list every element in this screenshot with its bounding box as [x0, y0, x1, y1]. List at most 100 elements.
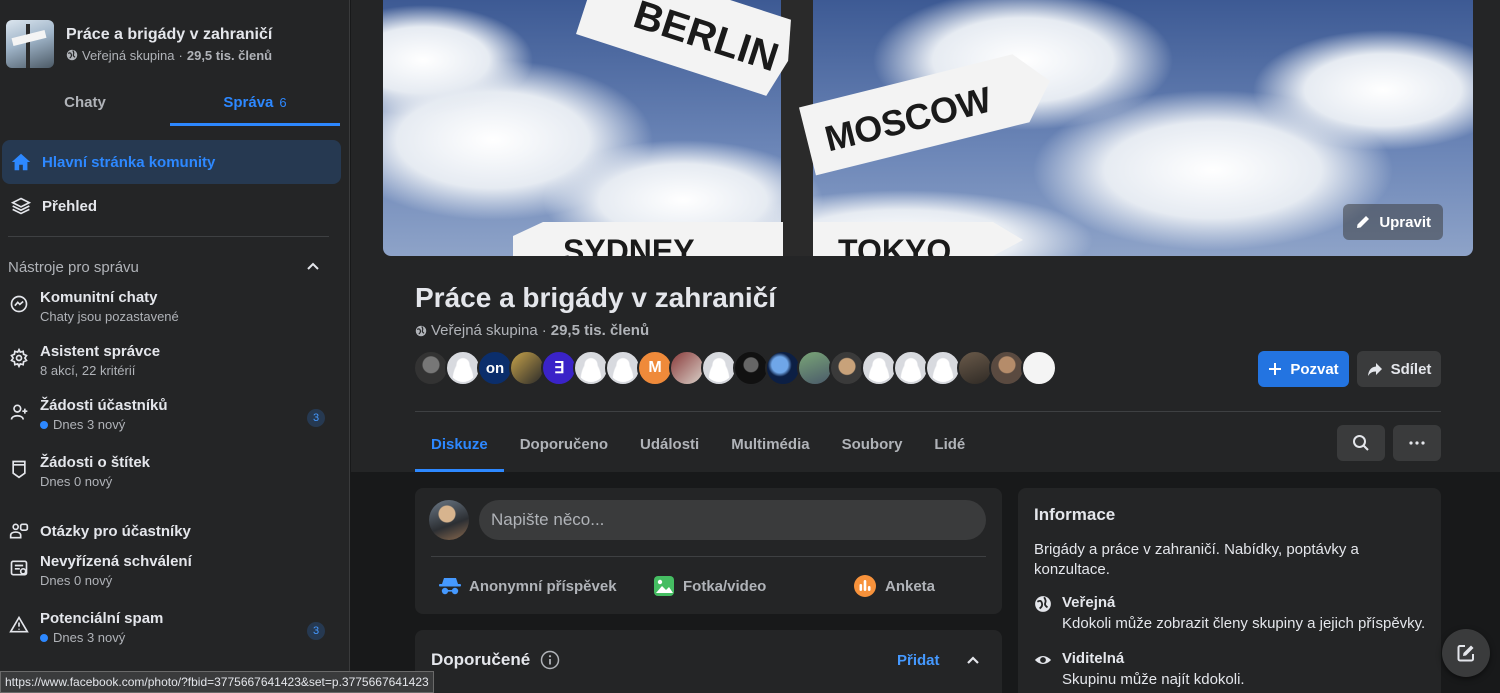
avatar[interactable]	[573, 350, 609, 386]
tab-people[interactable]: Lidé	[918, 416, 981, 472]
avatar[interactable]: M	[637, 350, 673, 386]
new-dot	[40, 633, 48, 642]
share-button[interactable]: Sdílet	[1357, 351, 1441, 387]
search-icon	[1353, 435, 1369, 451]
tool-title: Žádosti účastníků	[40, 397, 168, 414]
sidebar-item-potential-spam[interactable]: Potenciální spam Dnes 3 nový 3	[0, 610, 341, 667]
avatar[interactable]	[861, 350, 897, 386]
avatar[interactable]	[925, 350, 961, 386]
avatar[interactable]	[413, 350, 449, 386]
avatar[interactable]: ∃	[541, 350, 577, 386]
avatar[interactable]	[669, 350, 705, 386]
tab-media[interactable]: Multimédia	[715, 416, 825, 472]
share-icon	[1367, 363, 1382, 376]
plus-icon	[1269, 363, 1282, 375]
sidebar-group-header[interactable]: Práce a brigády v zahraničí Veřejná skup…	[0, 0, 349, 72]
separator-dot: ·	[178, 47, 183, 63]
avatar[interactable]	[893, 350, 929, 386]
sidebar-nav: Hlavní stránka komunity Přehled Nástroje…	[0, 126, 349, 667]
chevron-up-icon[interactable]	[305, 259, 321, 275]
avatar[interactable]	[509, 350, 545, 386]
sidebar-item-tag-requests[interactable]: Žádosti o štítek Dnes 0 nový	[0, 454, 341, 511]
admin-tools-title: Nástroje pro správu	[8, 258, 139, 276]
tab-featured[interactable]: Doporučeno	[504, 416, 624, 472]
sidebar-item-admin-assist[interactable]: Asistent správce 8 akcí, 22 kritérií	[0, 343, 341, 397]
post-input-placeholder: Napište něco...	[491, 510, 605, 529]
avatar[interactable]	[733, 350, 769, 386]
tool-title: Nevyřízená schválení	[40, 553, 192, 570]
divider	[431, 556, 986, 557]
sidebar-group-meta: Veřejná skupina · 29,5 tis. členů	[66, 48, 272, 63]
group-members[interactable]: 29,5 tis. členů	[551, 322, 649, 339]
sidebar-item-membership-questions[interactable]: Otázky pro účastníky	[0, 511, 341, 551]
avatar[interactable]	[765, 350, 801, 386]
tool-subtitle: Chaty jsou pozastavené	[40, 309, 179, 324]
divider	[415, 411, 1441, 412]
edit-cover-button[interactable]: Upravit	[1343, 204, 1443, 240]
cover-photo[interactable]: BERLIN MOSCOW SYDNEY TOKYO Upravit	[383, 0, 1473, 256]
globe-icon	[1035, 596, 1051, 612]
featured-card: Doporučené Přidat	[415, 630, 1002, 693]
add-featured-button[interactable]: Přidat	[897, 652, 940, 669]
avatar[interactable]	[829, 350, 865, 386]
avatar[interactable]	[957, 350, 993, 386]
avatar[interactable]: on	[477, 350, 513, 386]
gear-icon	[8, 347, 30, 369]
post-input[interactable]: Napište něco...	[479, 500, 986, 540]
sidebar-group-name[interactable]: Práce a brigády v zahraničí	[66, 26, 272, 44]
group-thumbnail[interactable]	[6, 20, 54, 68]
info-icon[interactable]	[540, 650, 560, 670]
count-badge: 3	[307, 622, 325, 640]
tab-events[interactable]: Události	[624, 416, 715, 472]
tool-subtitle-text: 8 akcí, 22 kritérií	[40, 363, 136, 378]
admin-tools-header[interactable]: Nástroje pro správu	[0, 245, 341, 289]
messenger-icon	[8, 293, 30, 315]
tool-title: Otázky pro účastníky	[40, 522, 191, 540]
avatar[interactable]	[605, 350, 641, 386]
poll-button[interactable]: Anketa	[853, 568, 935, 604]
photo-video-button[interactable]: Fotka/video	[653, 568, 766, 604]
featured-title-text: Doporučené	[431, 650, 531, 669]
count-badge: 3	[307, 409, 325, 427]
new-message-button[interactable]	[1442, 629, 1490, 677]
cover-image[interactable]: BERLIN MOSCOW SYDNEY TOKYO	[383, 0, 1473, 256]
tab-chats[interactable]: Chaty	[0, 78, 170, 126]
group-privacy: Veřejná skupina	[431, 322, 538, 339]
avatar[interactable]	[989, 350, 1025, 386]
avatar[interactable]	[701, 350, 737, 386]
sidebar-item-member-requests[interactable]: Žádosti účastníků Dnes 3 nový 3	[0, 397, 341, 454]
tab-admin[interactable]: Správa 6	[170, 78, 340, 126]
sidebar-item-overview[interactable]: Přehled	[2, 184, 341, 228]
avatar[interactable]	[1021, 350, 1057, 386]
search-button[interactable]	[1337, 425, 1385, 461]
edit-cover-label: Upravit	[1379, 213, 1431, 231]
about-visibility-text: Skupinu může najít kdokoli.	[1062, 671, 1245, 688]
tag-icon	[8, 458, 30, 480]
sidebar-item-pending-approvals[interactable]: Nevyřízená schválení Dnes 0 nový	[0, 553, 341, 610]
layers-icon	[10, 195, 32, 217]
tool-title: Žádosti o štítek	[40, 454, 151, 471]
tool-subtitle-text: Dnes 0 nový	[40, 573, 113, 588]
avatar[interactable]	[445, 350, 481, 386]
eye-icon	[1034, 655, 1052, 665]
avatar[interactable]	[797, 350, 833, 386]
invite-button[interactable]: Pozvat	[1258, 351, 1349, 387]
tab-discussion[interactable]: Diskuze	[415, 416, 504, 472]
tool-subtitle-text: Dnes 3 nový	[53, 417, 126, 432]
avatar[interactable]	[429, 500, 469, 540]
compose-icon	[1457, 645, 1474, 662]
anonymous-post-button[interactable]: Anonymní příspěvek	[439, 568, 617, 604]
group-tabs: Diskuze Doporučeno Události Multimédia S…	[415, 416, 981, 472]
sign-tokyo: TOKYO	[838, 233, 951, 256]
chevron-up-icon[interactable]	[965, 652, 981, 668]
photo-video-label: Fotka/video	[683, 577, 767, 595]
sidebar-tabs: Chaty Správa 6	[0, 78, 349, 126]
tool-title: Asistent správce	[40, 343, 161, 360]
main-content: BERLIN MOSCOW SYDNEY TOKYO Upravit Práce…	[351, 0, 1500, 693]
tab-files[interactable]: Soubory	[826, 416, 919, 472]
group-meta: Veřejná skupina · 29,5 tis. členů	[415, 322, 649, 339]
more-options-button[interactable]	[1393, 425, 1441, 461]
photo-icon	[654, 576, 674, 596]
sidebar-item-community-chats[interactable]: Komunitní chaty Chaty jsou pozastavené	[0, 289, 341, 343]
sidebar-item-community-home[interactable]: Hlavní stránka komunity	[2, 140, 341, 184]
